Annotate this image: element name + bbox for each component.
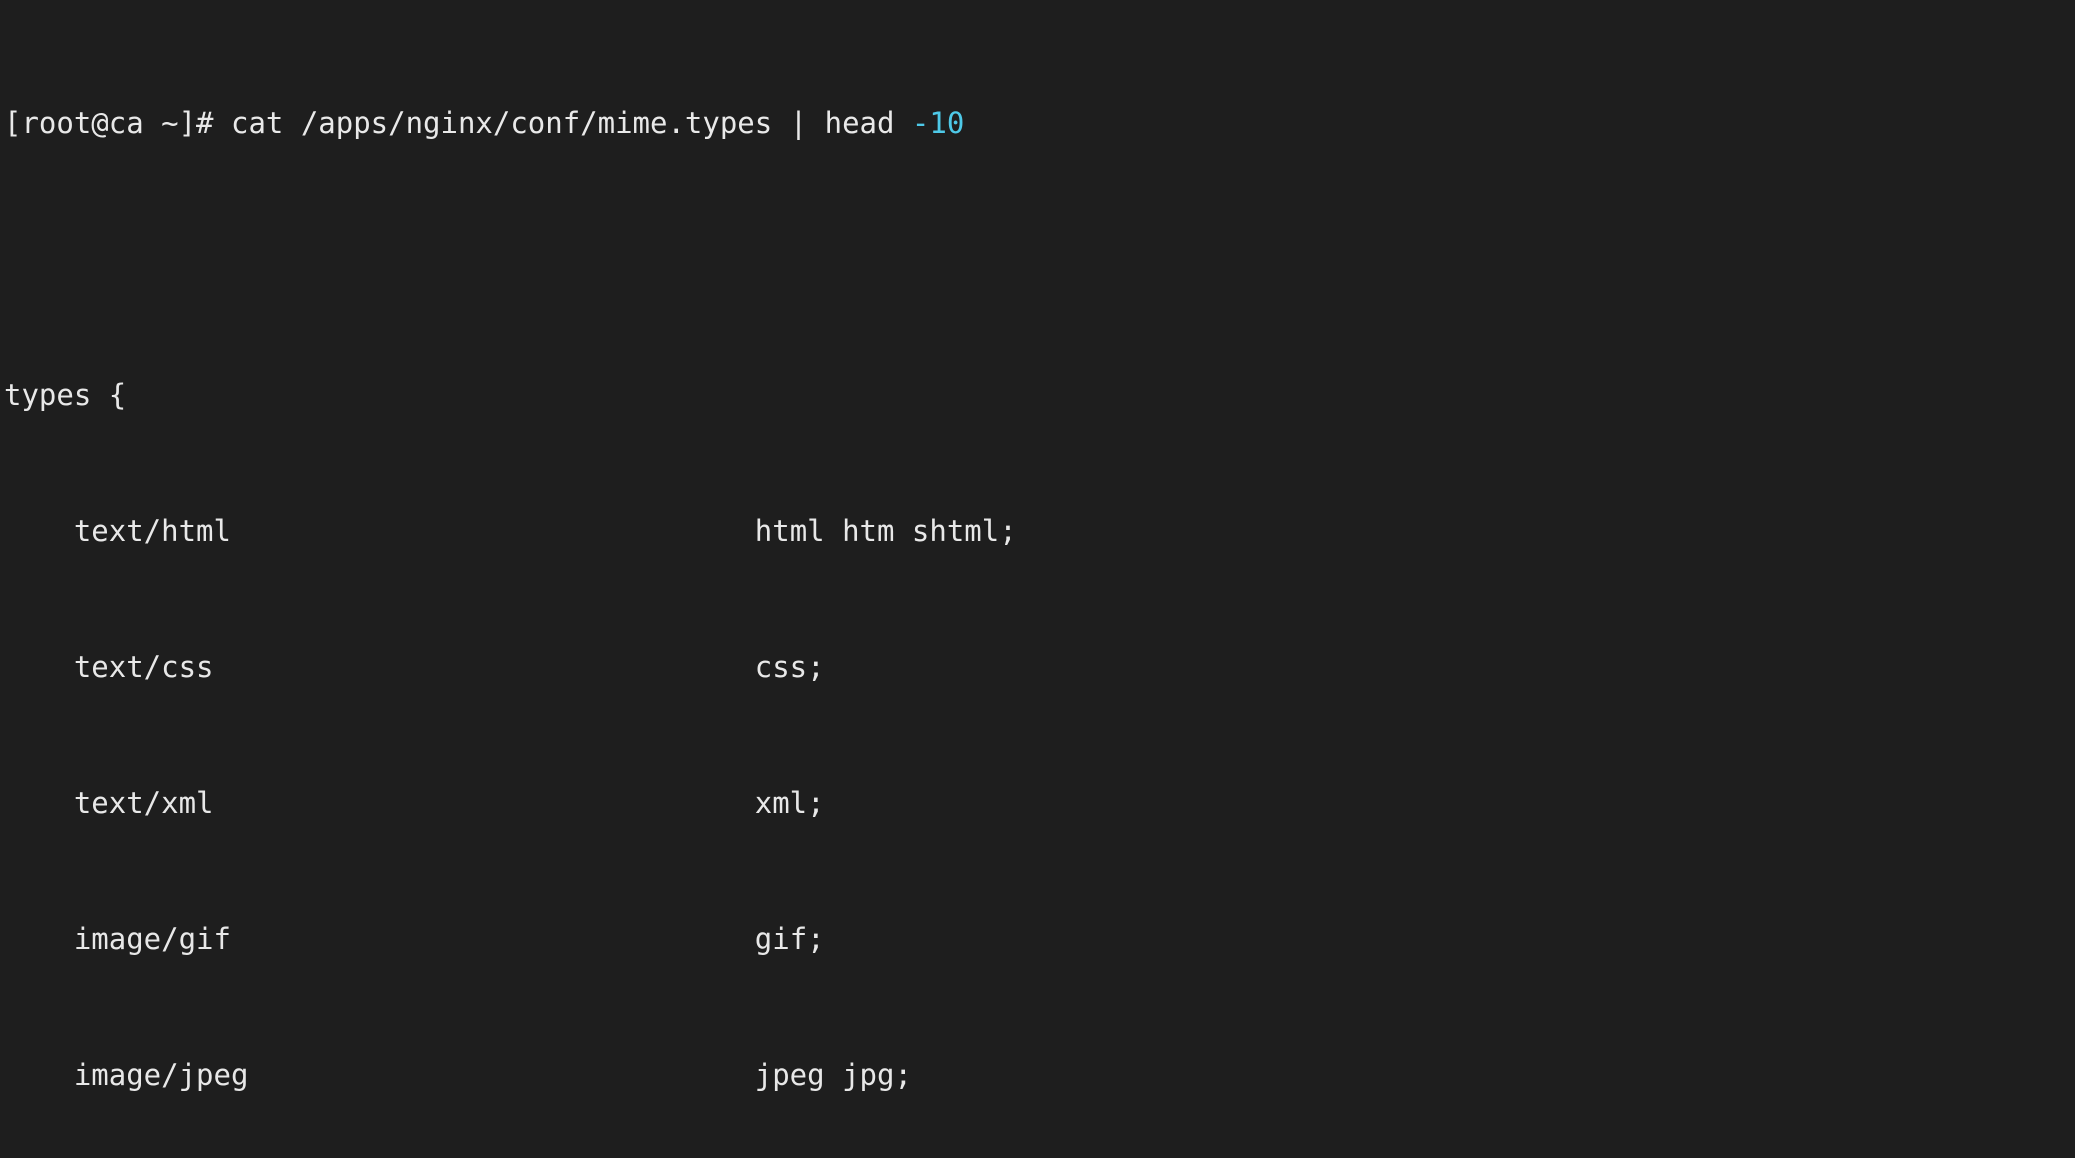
terminal-line-mime-entry: image/gif gif;	[4, 922, 2075, 956]
mime-type: image/jpeg	[4, 1058, 249, 1092]
shell-prompt: [root@ca ~]#	[4, 106, 231, 140]
terminal-window[interactable]: [root@ca ~]# cat /apps/nginx/conf/mime.t…	[0, 0, 2075, 1092]
column-pad	[231, 514, 755, 548]
column-pad	[214, 786, 755, 820]
file-extensions: css;	[754, 650, 825, 684]
file-extensions: xml;	[754, 786, 825, 820]
column-pad	[214, 650, 755, 684]
mime-type: image/gif	[4, 922, 231, 956]
file-extensions: jpeg jpg;	[754, 1058, 912, 1092]
mime-type: text/html	[4, 514, 231, 548]
column-pad	[231, 922, 755, 956]
terminal-line-mime-entry: text/html html htm shtml;	[4, 514, 2075, 548]
mime-type: text/xml	[4, 786, 214, 820]
terminal-line-command-1: [root@ca ~]# cat /apps/nginx/conf/mime.t…	[4, 106, 2075, 140]
command-flag: -10	[911, 106, 965, 140]
command-text: cat /apps/nginx/conf/mime.types | head	[230, 106, 912, 140]
terminal-line-mime-entry: text/css css;	[4, 650, 2075, 684]
terminal-line-types-open: types {	[4, 378, 127, 412]
column-pad	[248, 1058, 754, 1092]
file-extensions: html htm shtml;	[754, 514, 1017, 548]
file-extensions: gif;	[754, 922, 825, 956]
terminal-line-mime-entry: text/xml xml;	[4, 786, 2075, 820]
terminal-line-mime-entry: image/jpeg jpeg jpg;	[4, 1058, 2075, 1092]
mime-type: text/css	[4, 650, 214, 684]
